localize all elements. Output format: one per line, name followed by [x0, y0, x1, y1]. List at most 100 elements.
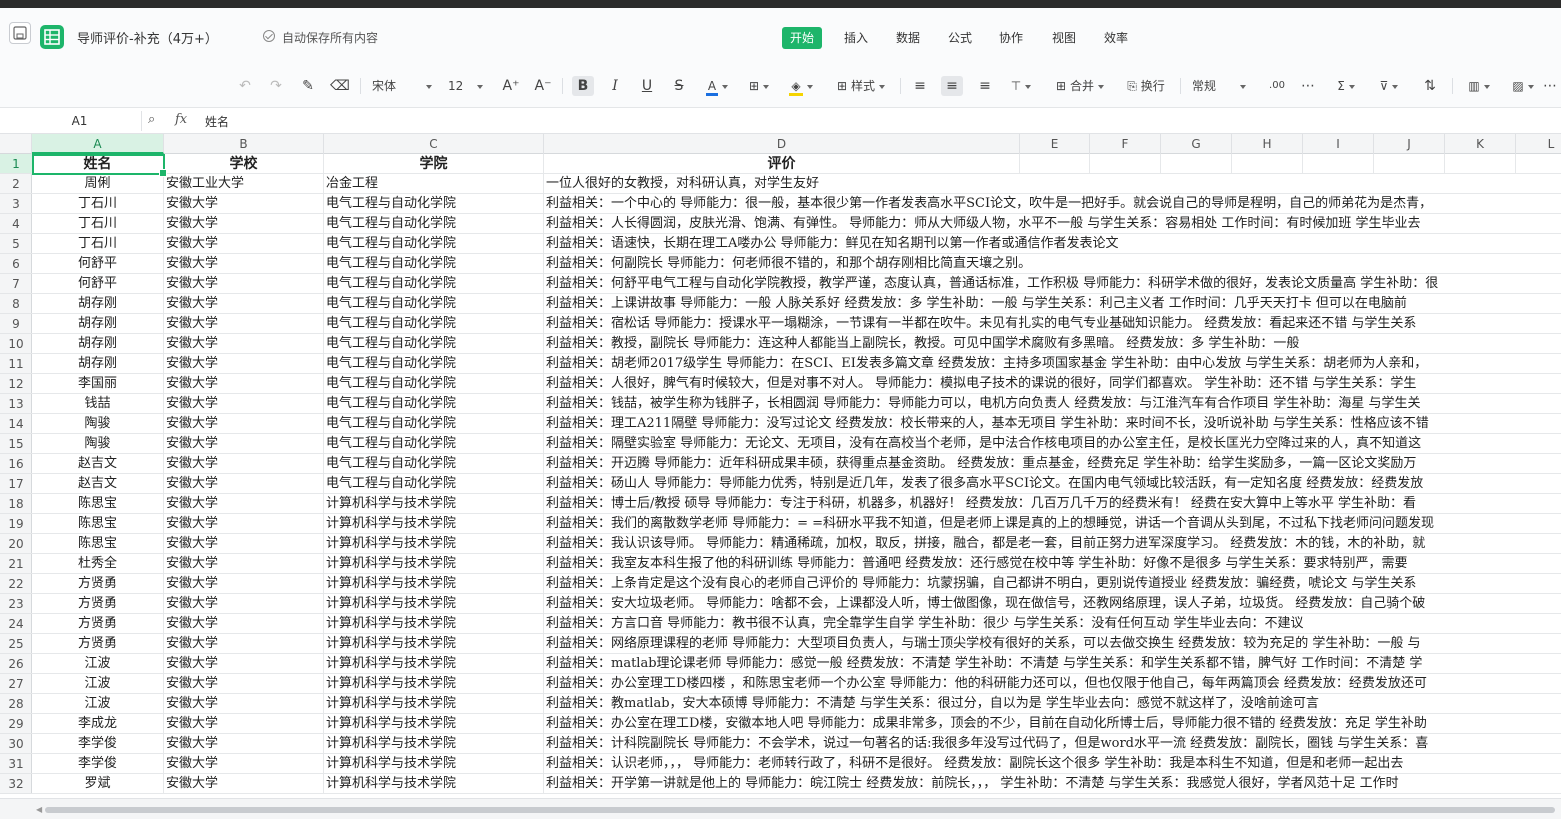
- search-icon[interactable]: ⌕: [148, 112, 155, 127]
- cell[interactable]: 安徽大学: [164, 614, 324, 634]
- cell[interactable]: 计算机科学与技术学院: [324, 554, 544, 574]
- align-center-icon[interactable]: ≡: [941, 76, 963, 96]
- row-header[interactable]: 22: [0, 574, 32, 594]
- cell[interactable]: 安徽大学: [164, 274, 324, 294]
- menu-tab-data[interactable]: 数据: [888, 27, 928, 49]
- cell[interactable]: 计算机科学与技术学院: [324, 514, 544, 534]
- cell[interactable]: 安徽大学: [164, 294, 324, 314]
- cell[interactable]: 周俐: [32, 174, 164, 194]
- cell[interactable]: 电气工程与自动化学院: [324, 234, 544, 254]
- cell[interactable]: 杜秀全: [32, 554, 164, 574]
- cell[interactable]: 安徽大学: [164, 374, 324, 394]
- cell[interactable]: 安徽大学: [164, 514, 324, 534]
- cell[interactable]: 安徽大学: [164, 254, 324, 274]
- eraser-icon[interactable]: ⌫: [330, 76, 350, 96]
- filter-button[interactable]: ⊽: [1374, 76, 1404, 96]
- cell[interactable]: 丁石川: [32, 214, 164, 234]
- align-right-icon[interactable]: ≡: [975, 76, 995, 96]
- cell[interactable]: [1232, 154, 1303, 174]
- cell[interactable]: 利益相关：宿松话 导师能力：授课水平一塌糊涂，一节课有一半都在吹牛。未见有扎实的…: [544, 314, 1561, 334]
- cell[interactable]: 安徽大学: [164, 674, 324, 694]
- cell[interactable]: 安徽大学: [164, 494, 324, 514]
- cell[interactable]: 利益相关：matlab理论课老师 导师能力：感觉一般 经费发放：不清楚 学生补助…: [544, 654, 1561, 674]
- cell[interactable]: 陈思宝: [32, 534, 164, 554]
- cell[interactable]: [1516, 154, 1561, 174]
- menu-tab-collab[interactable]: 协作: [991, 27, 1031, 49]
- undo-icon[interactable]: ↶: [235, 76, 255, 96]
- formula-input[interactable]: 姓名: [205, 113, 229, 130]
- cell[interactable]: 利益相关：办公室理工D楼四楼 ，和陈思宝老师一个办公室 导师能力：他的科研能力还…: [544, 674, 1561, 694]
- column-header-k[interactable]: K: [1445, 134, 1516, 154]
- cell[interactable]: 江波: [32, 674, 164, 694]
- cell[interactable]: 李学俊: [32, 754, 164, 774]
- cell[interactable]: [1090, 154, 1161, 174]
- horizontal-scrollbar[interactable]: ◀: [0, 798, 1561, 819]
- cell[interactable]: 电气工程与自动化学院: [324, 434, 544, 454]
- merge-button[interactable]: ⊞ 合并: [1049, 76, 1111, 96]
- cell[interactable]: 电气工程与自动化学院: [324, 214, 544, 234]
- cell[interactable]: 安徽大学: [164, 234, 324, 254]
- cell[interactable]: 利益相关：胡老师2017级学生 导师能力：在SCI、EI发表多篇文章 经费发放：…: [544, 354, 1561, 374]
- cell[interactable]: 计算机科学与技术学院: [324, 594, 544, 614]
- select-all-corner[interactable]: [0, 134, 32, 154]
- cell[interactable]: 陶骏: [32, 414, 164, 434]
- font-size-decrease-icon[interactable]: A⁻: [533, 76, 553, 96]
- cell[interactable]: 安徽工业大学: [164, 174, 324, 194]
- cell[interactable]: 学院: [324, 154, 544, 174]
- cell[interactable]: 安徽大学: [164, 774, 324, 794]
- menu-tab-view[interactable]: 视图: [1044, 27, 1084, 49]
- save-icon[interactable]: [9, 22, 31, 44]
- cell[interactable]: [1161, 154, 1232, 174]
- cell[interactable]: 电气工程与自动化学院: [324, 314, 544, 334]
- cell[interactable]: 方贤勇: [32, 574, 164, 594]
- menu-tab-efficiency[interactable]: 效率: [1096, 27, 1136, 49]
- cell[interactable]: 利益相关：人很好，脾气有时候较大，但是对事不对人。 导师能力：模拟电子技术的课说…: [544, 374, 1561, 394]
- cell[interactable]: [1020, 154, 1090, 174]
- cell[interactable]: 李国丽: [32, 374, 164, 394]
- cell[interactable]: 利益相关：我室友本科生报了他的科研训练 导师能力：普通吧 经费发放：还行感觉在校…: [544, 554, 1561, 574]
- number-format-select[interactable]: 常规: [1192, 76, 1256, 96]
- row-header[interactable]: 10: [0, 334, 32, 354]
- cell[interactable]: 一位人很好的女教授，对科研认真，对学生友好: [544, 174, 1561, 194]
- cell[interactable]: 利益相关：网络原理课程的老师 导师能力：大型项目负责人，与瑞士顶尖学校有很好的关…: [544, 634, 1561, 654]
- cell[interactable]: 利益相关：人长得圆润，皮肤光滑、饱满、有弹性。 导师能力：师从大师级人物，水平不…: [544, 214, 1561, 234]
- cell[interactable]: 安徽大学: [164, 694, 324, 714]
- column-header-h[interactable]: H: [1232, 134, 1303, 154]
- row-header[interactable]: 4: [0, 214, 32, 234]
- cell[interactable]: 安徽大学: [164, 414, 324, 434]
- cell[interactable]: 方贤勇: [32, 594, 164, 614]
- cell[interactable]: 胡存刚: [32, 314, 164, 334]
- row-header[interactable]: 27: [0, 674, 32, 694]
- cell[interactable]: 利益相关：何副院长 导师能力：何老师很不错的，和那个胡存刚相比简直天壤之别。: [544, 254, 1561, 274]
- cell[interactable]: 安徽大学: [164, 454, 324, 474]
- cell[interactable]: 电气工程与自动化学院: [324, 474, 544, 494]
- column-header-i[interactable]: I: [1303, 134, 1374, 154]
- column-header-l[interactable]: L: [1516, 134, 1561, 154]
- cell[interactable]: 陶骏: [32, 434, 164, 454]
- cell[interactable]: 利益相关：开学第一讲就是他上的 导师能力：皖江院士 经费发放：前院长，，， 学生…: [544, 774, 1561, 794]
- cell[interactable]: 陈思宝: [32, 494, 164, 514]
- cell[interactable]: 何舒平: [32, 274, 164, 294]
- border-button[interactable]: ⊞: [744, 76, 774, 96]
- row-header[interactable]: 30: [0, 734, 32, 754]
- document-title[interactable]: 导师评价-补充（4万+）: [77, 28, 218, 47]
- cell[interactable]: 利益相关：砀山人 导师能力：导师能力优秀，特别是近几年，发表了很多高水平SCI论…: [544, 474, 1561, 494]
- cell[interactable]: 评价: [544, 154, 1020, 174]
- cell[interactable]: 计算机科学与技术学院: [324, 574, 544, 594]
- menu-tab-insert[interactable]: 插入: [836, 27, 876, 49]
- row-header[interactable]: 26: [0, 654, 32, 674]
- row-header[interactable]: 5: [0, 234, 32, 254]
- row-header[interactable]: 8: [0, 294, 32, 314]
- cell[interactable]: 安徽大学: [164, 534, 324, 554]
- column-header-f[interactable]: F: [1090, 134, 1161, 154]
- cell[interactable]: 利益相关：一个中心的 导师能力：很一般，基本很少第一作者发表高水平SCI论文，吹…: [544, 194, 1561, 214]
- cell[interactable]: 安徽大学: [164, 394, 324, 414]
- fill-color-button[interactable]: ◈: [786, 76, 816, 96]
- redo-icon[interactable]: ↷: [266, 76, 286, 96]
- row-header[interactable]: 13: [0, 394, 32, 414]
- cell[interactable]: 安徽大学: [164, 474, 324, 494]
- row-header[interactable]: 14: [0, 414, 32, 434]
- column-header-e[interactable]: E: [1020, 134, 1090, 154]
- vertical-align-button[interactable]: ⊤: [1006, 76, 1036, 96]
- cell[interactable]: 安徽大学: [164, 194, 324, 214]
